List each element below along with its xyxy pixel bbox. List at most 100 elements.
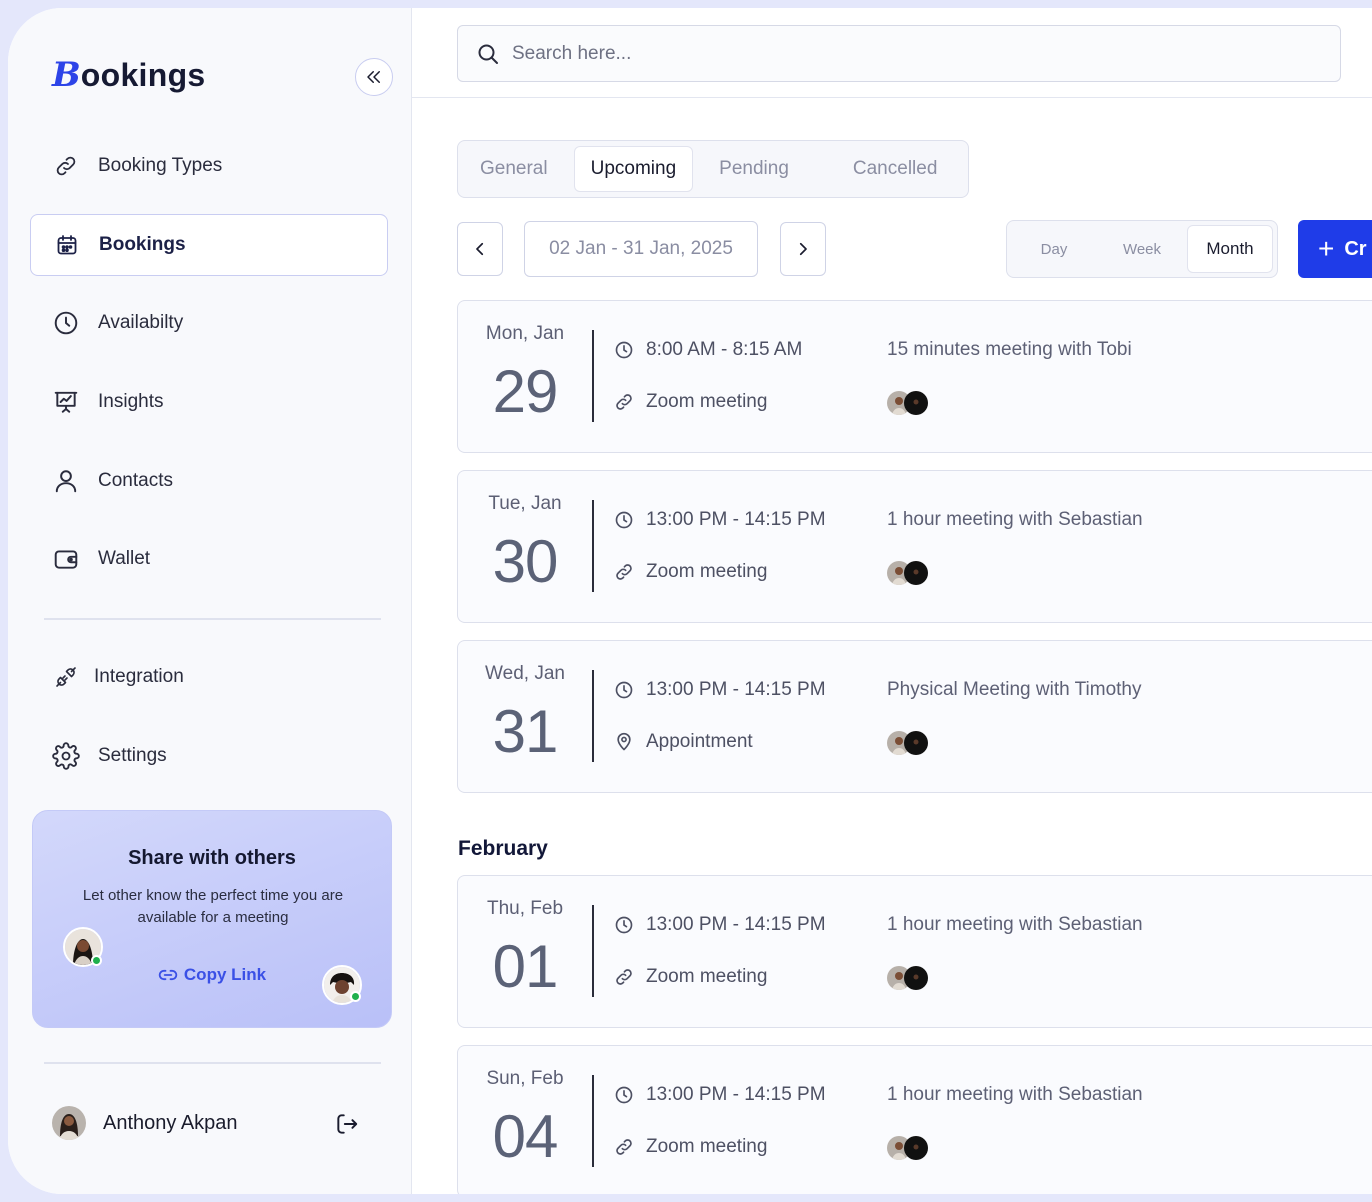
attendee-avatars — [887, 561, 931, 585]
event-location-text: Zoom meeting — [646, 1136, 768, 1157]
search-input[interactable] — [512, 42, 1292, 65]
previous-range-button[interactable] — [457, 222, 503, 276]
collapse-sidebar-button[interactable] — [355, 58, 393, 96]
sidebar-item-label: Booking Types — [98, 155, 223, 176]
event-location-text: Zoom meeting — [646, 966, 768, 987]
event-time-text: 13:00 PM - 14:15 PM — [646, 679, 826, 700]
date-range-display[interactable]: 02 Jan - 31 Jan, 2025 — [524, 221, 758, 277]
event-location-text: Zoom meeting — [646, 561, 768, 582]
logout-icon — [337, 1114, 358, 1134]
sidebar-item-label: Integration — [94, 666, 184, 687]
event-day: Tue, Jan — [488, 493, 562, 514]
sidebar-item-insights[interactable]: Insights — [30, 371, 388, 433]
event-time-text: 13:00 PM - 14:15 PM — [646, 509, 826, 530]
logout-button[interactable] — [334, 1111, 360, 1137]
event-card[interactable]: Wed, Jan 31 13:00 PM - 14:15 PM Appointm… — [457, 640, 1372, 793]
tab-pending[interactable]: Pending — [703, 146, 805, 192]
attendee-avatars — [887, 966, 931, 990]
event-day: Sun, Feb — [486, 1068, 564, 1089]
chevron-right-icon — [799, 242, 807, 256]
event-location-text: Appointment — [646, 731, 753, 752]
presentation-chart-icon — [52, 388, 80, 416]
link-icon — [616, 394, 632, 410]
chevron-left-icon — [476, 242, 484, 256]
event-location: Appointment — [614, 731, 753, 753]
avatar — [904, 731, 928, 755]
app-logo[interactable]: Bookings — [52, 58, 206, 92]
logo-text: ookings — [80, 57, 206, 93]
event-location: Zoom meeting — [614, 1136, 767, 1158]
sidebar-item-label: Wallet — [98, 548, 151, 569]
online-status-dot — [350, 991, 361, 1002]
clock-icon — [52, 309, 80, 337]
user-icon — [52, 467, 80, 495]
event-separator — [592, 905, 594, 997]
event-separator — [592, 500, 594, 592]
sidebar-item-booking-types[interactable]: Booking Types — [30, 135, 388, 197]
event-time: 13:00 PM - 14:15 PM — [614, 1084, 826, 1106]
event-time-text: 13:00 PM - 14:15 PM — [646, 914, 826, 935]
clock-icon — [615, 511, 633, 529]
user-name: Anthony Akpan — [103, 1111, 238, 1134]
plug-icon — [52, 663, 80, 691]
top-bar — [412, 8, 1372, 98]
plus-icon: + — [1318, 233, 1335, 264]
next-range-button[interactable] — [780, 222, 826, 276]
copy-link-label: Copy Link — [183, 965, 267, 984]
event-location: Zoom meeting — [614, 391, 767, 413]
sidebar-item-availability[interactable]: Availabilty — [30, 292, 388, 354]
view-week[interactable]: Week — [1097, 225, 1187, 273]
sidebar-item-integration[interactable]: Integration — [30, 646, 388, 708]
sidebar-divider — [44, 618, 381, 620]
event-time: 13:00 PM - 14:15 PM — [614, 679, 826, 701]
avatar — [904, 561, 928, 585]
event-card[interactable]: Sun, Feb 04 13:00 PM - 14:15 PM Zoom mee… — [457, 1045, 1372, 1194]
event-title: 1 hour meeting with Sebastian — [887, 914, 1143, 935]
avatar — [52, 1106, 86, 1140]
event-date: 01 — [492, 933, 559, 1000]
event-day: Wed, Jan — [485, 663, 565, 684]
event-date: 30 — [492, 528, 559, 595]
event-location: Zoom meeting — [614, 966, 767, 988]
event-location-text: Zoom meeting — [646, 391, 768, 412]
tab-general[interactable]: General — [464, 146, 564, 192]
clock-icon — [615, 1086, 633, 1104]
view-month[interactable]: Month — [1187, 225, 1273, 273]
event-time-text: 13:00 PM - 14:15 PM — [646, 1084, 826, 1105]
sidebar-item-label: Availabilty — [98, 312, 184, 333]
sidebar-item-contacts[interactable]: Contacts — [30, 450, 388, 512]
search-bar[interactable] — [457, 25, 1341, 82]
event-card[interactable]: Mon, Jan 29 8:00 AM - 8:15 AM Zoom meeti… — [457, 300, 1372, 453]
event-title: 15 minutes meeting with Tobi — [887, 339, 1132, 360]
event-card[interactable]: Tue, Jan 30 13:00 PM - 14:15 PM Zoom mee… — [457, 470, 1372, 623]
event-time: 13:00 PM - 14:15 PM — [614, 914, 826, 936]
event-date: 31 — [492, 698, 559, 765]
calendar-view-toggle: Day Week Month — [1006, 220, 1278, 278]
sidebar-item-bookings[interactable]: Bookings — [30, 214, 388, 276]
event-date: 04 — [492, 1103, 559, 1170]
event-day: Thu, Feb — [486, 898, 564, 919]
share-card: Share with others Let other know the per… — [32, 810, 392, 1028]
sidebar-item-label: Contacts — [98, 470, 173, 491]
main-content: General Upcoming Pending Cancelled 02 Ja… — [412, 99, 1372, 1194]
event-title: 1 hour meeting with Sebastian — [887, 509, 1143, 530]
chevrons-left-icon — [367, 71, 380, 83]
month-heading: February — [458, 837, 548, 860]
link-icon — [52, 152, 80, 180]
link-icon — [158, 969, 178, 981]
create-booking-button[interactable]: + Cr — [1298, 220, 1372, 278]
tab-cancelled[interactable]: Cancelled — [837, 146, 954, 192]
event-time: 8:00 AM - 8:15 AM — [614, 339, 802, 361]
sidebar-item-label: Settings — [98, 745, 167, 766]
event-separator — [592, 330, 594, 422]
sidebar: Bookings Booking Types Bookings Availabi… — [8, 8, 412, 1194]
user-profile[interactable]: Anthony Akpan — [52, 1106, 238, 1140]
event-card[interactable]: Thu, Feb 01 13:00 PM - 14:15 PM Zoom mee… — [457, 875, 1372, 1028]
sidebar-item-wallet[interactable]: Wallet — [30, 528, 388, 590]
view-day[interactable]: Day — [1011, 225, 1097, 273]
event-separator — [592, 670, 594, 762]
sidebar-item-settings[interactable]: Settings — [30, 725, 388, 787]
gear-icon — [52, 742, 80, 770]
tab-upcoming[interactable]: Upcoming — [573, 146, 694, 192]
attendee-avatars — [887, 391, 931, 415]
